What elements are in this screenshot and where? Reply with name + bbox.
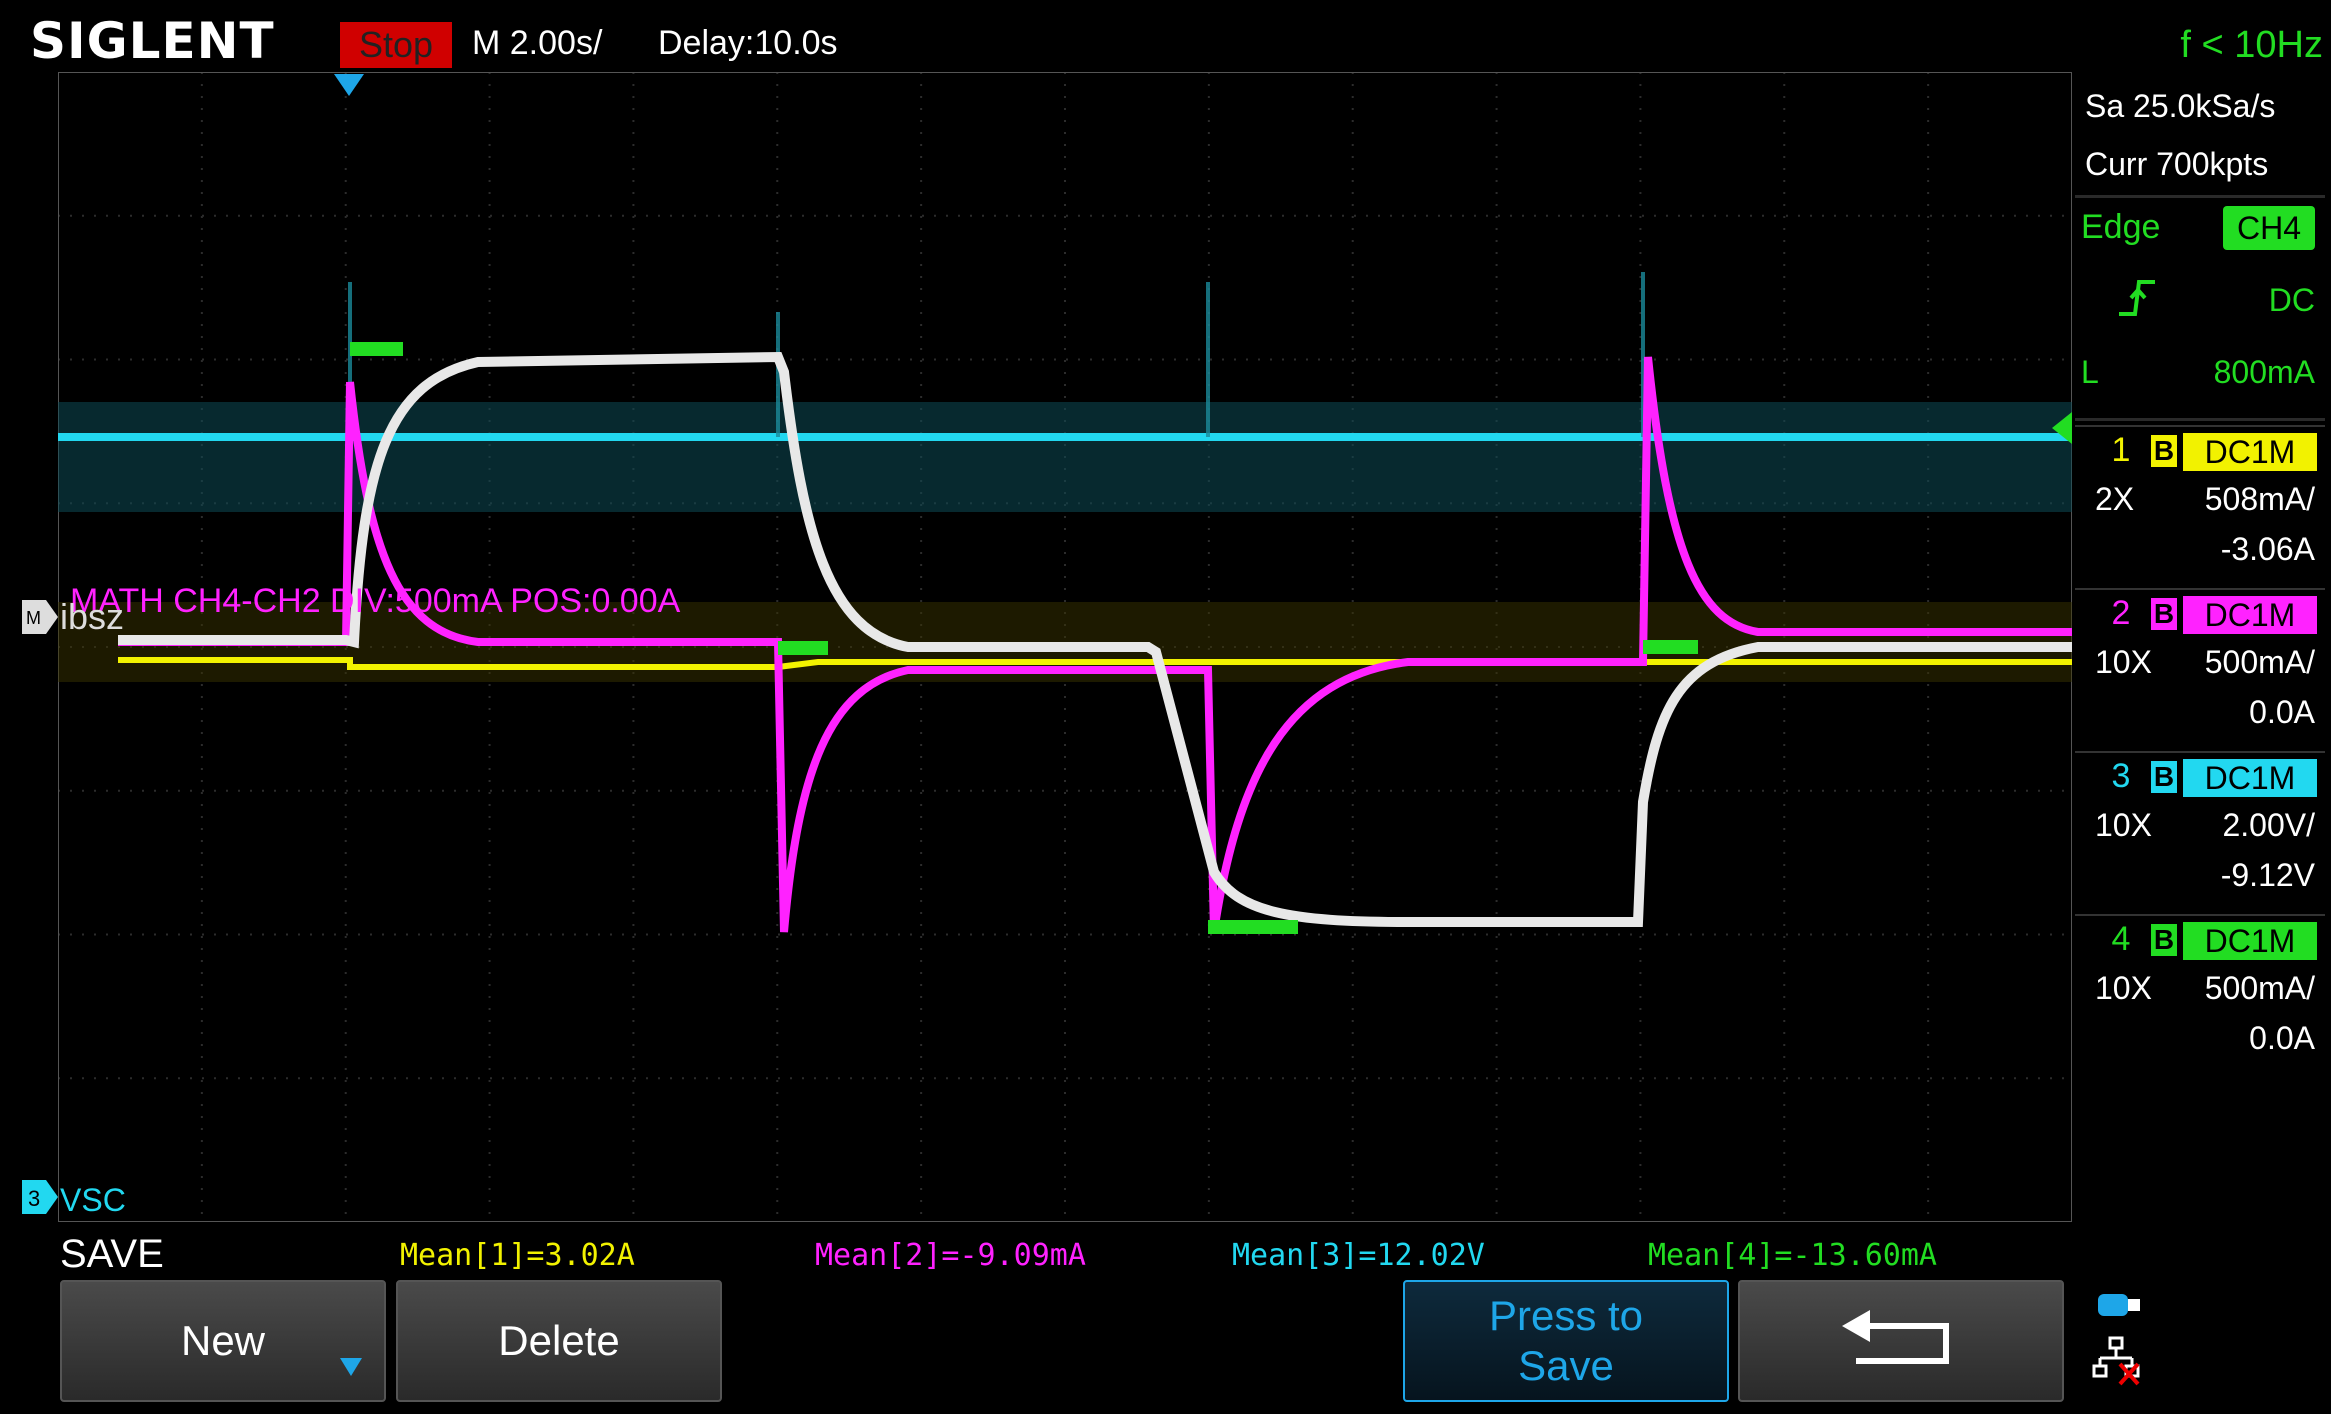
channel-3-panel[interactable]: 3 B DC1M 10X 2.00V/ -9.12V xyxy=(2075,751,2325,911)
channel-4-panel[interactable]: 4 B DC1M 10X 500mA/ 0.0A xyxy=(2075,914,2325,1074)
delay-readout[interactable]: Delay:10.0s xyxy=(658,24,838,63)
trigger-type: Edge xyxy=(2081,208,2161,246)
return-button[interactable] xyxy=(1738,1280,2064,1402)
delete-button[interactable]: Delete xyxy=(396,1280,722,1402)
channel-3-probe: 10X xyxy=(2095,807,2152,843)
memory-depth-readout: Curr 700kpts xyxy=(2085,146,2269,182)
svg-text:3: 3 xyxy=(28,1186,40,1211)
waveform-canvas: MATH CH4-CH2 DIV:500mA POS:0.00A xyxy=(57,71,2073,1223)
usb-icon xyxy=(2098,1294,2140,1316)
menu-title: SAVE xyxy=(60,1232,164,1276)
svg-text:M: M xyxy=(26,608,41,628)
channel-2-probe: 10X xyxy=(2095,644,2152,680)
channel-3-bw-limit: B xyxy=(2151,761,2177,793)
channel-4-probe: 10X xyxy=(2095,970,2152,1006)
new-button[interactable]: New xyxy=(60,1280,386,1402)
measurement-mean-1: Mean[1]=3.02A xyxy=(400,1238,635,1273)
channel-2-panel[interactable]: 2 B DC1M 10X 500mA/ 0.0A xyxy=(2075,588,2325,748)
channel-1-offset: -3.06A xyxy=(2220,531,2315,567)
timebase-readout[interactable]: M 2.00s/ xyxy=(472,24,602,63)
channel-2-scale: 500mA/ xyxy=(2204,644,2315,680)
channel-4-offset: 0.0A xyxy=(2249,1020,2315,1056)
press-to-save-button[interactable]: Press to Save xyxy=(1403,1280,1729,1402)
trigger-frequency-readout: f < 10Hz xyxy=(2180,24,2323,66)
math-info-label: MATH CH4-CH2 DIV:500mA POS:0.00A xyxy=(70,582,681,620)
sample-rate-readout: Sa 25.0kSa/s xyxy=(2085,88,2276,124)
channel-2-number: 2 xyxy=(2111,594,2131,632)
channel-3-number: 3 xyxy=(2111,757,2131,795)
math-channel-marker[interactable]: M xyxy=(22,600,58,639)
measurement-mean-3: Mean[3]=12.02V xyxy=(1232,1238,1485,1273)
channel-1-scale: 508mA/ xyxy=(2204,481,2315,517)
delete-button-label: Delete xyxy=(498,1317,620,1364)
waveform-display[interactable]: MATH CH4-CH2 DIV:500mA POS:0.00A xyxy=(57,71,2073,1223)
channel-1-number: 1 xyxy=(2111,431,2131,469)
press-to-save-line2: Save xyxy=(1518,1342,1614,1389)
channel-1-panel[interactable]: 1 B DC1M 2X 508mA/ -3.06A xyxy=(2075,425,2325,585)
trigger-coupling: DC xyxy=(2268,282,2315,318)
channel-1-bw-limit: B xyxy=(2151,435,2177,467)
trigger-panel[interactable]: Edge CH4 DC L 800mA xyxy=(2075,195,2325,421)
new-button-label: New xyxy=(180,1317,266,1364)
channel-4-coupling: DC1M xyxy=(2183,922,2317,960)
ch3-label: VSC xyxy=(60,1182,126,1218)
trigger-level: 800mA xyxy=(2213,354,2315,390)
ch3-ground-marker[interactable]: 3 xyxy=(22,1180,58,1219)
channel-2-bw-limit: B xyxy=(2151,598,2177,630)
channel-4-scale: 500mA/ xyxy=(2204,970,2315,1006)
status-icons xyxy=(2090,1290,2320,1400)
return-arrow-icon xyxy=(1842,1310,1949,1364)
channel-1-probe: 2X xyxy=(2095,481,2135,517)
ref-label: ibsz xyxy=(60,596,125,637)
top-status-bar: SIGLENT Stop M 2.00s/ Delay:10.0s f < 10… xyxy=(0,0,2331,72)
channel-2-coupling: DC1M xyxy=(2183,596,2317,634)
channel-3-offset: -9.12V xyxy=(2220,857,2315,893)
down-arrow-icon xyxy=(340,1358,362,1376)
channel-1-coupling: DC1M xyxy=(2183,433,2317,471)
trigger-level-prefix: L xyxy=(2081,354,2099,390)
channel-3-coupling: DC1M xyxy=(2183,759,2317,797)
trigger-source: CH4 xyxy=(2223,206,2315,250)
measurement-mean-4: Mean[4]=-13.60mA xyxy=(1648,1238,1937,1273)
channel-2-offset: 0.0A xyxy=(2249,694,2315,730)
channel-3-scale: 2.00V/ xyxy=(2222,807,2315,843)
channel-4-number: 4 xyxy=(2111,920,2131,958)
run-stop-indicator[interactable]: Stop xyxy=(340,22,452,68)
channel-4-bw-limit: B xyxy=(2151,924,2177,956)
siglent-logo: SIGLENT xyxy=(30,12,275,70)
trigger-rising-edge-icon xyxy=(2115,276,2159,325)
measurement-mean-2: Mean[2]=-9.09mA xyxy=(815,1238,1086,1273)
press-to-save-line1: Press to xyxy=(1488,1292,1644,1339)
